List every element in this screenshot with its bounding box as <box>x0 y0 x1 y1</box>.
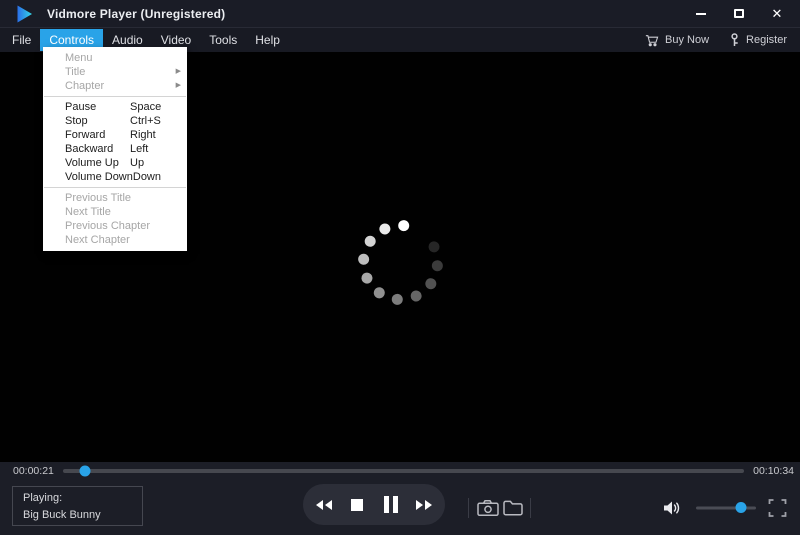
menu-item-previous-title: Previous Title <box>43 191 187 205</box>
menu-item-shortcut: Space <box>130 101 162 113</box>
elapsed-time: 00:00:21 <box>13 465 54 477</box>
menu-file[interactable]: File <box>3 29 40 51</box>
minimize-icon <box>696 12 706 15</box>
menu-item-label: Title <box>65 66 86 78</box>
now-playing-title: Big Buck Bunny <box>23 509 101 521</box>
now-playing-box: Playing: Big Buck Bunny <box>12 486 143 526</box>
cart-icon <box>645 34 659 46</box>
menu-item-pause[interactable]: Pause Space <box>43 100 187 114</box>
menu-item-label: Volume Down <box>65 171 133 183</box>
spinner-dot <box>357 252 370 265</box>
menu-item-title: Title ▶ <box>43 65 187 79</box>
app-logo-play-icon <box>13 3 35 25</box>
menu-item-label: Pause <box>65 101 97 113</box>
menu-item-stop[interactable]: Stop Ctrl+S <box>43 114 187 128</box>
spinner-dot <box>377 221 392 236</box>
volume-thumb[interactable] <box>735 502 747 513</box>
menu-item-next-title: Next Title <box>43 205 187 219</box>
maximize-icon <box>734 9 744 18</box>
buy-now-label: Buy Now <box>665 34 710 46</box>
menu-item-shortcut: Left <box>130 143 149 155</box>
menu-item-volume-down[interactable]: Volume Down Down <box>43 170 187 184</box>
volume-slider[interactable] <box>696 502 756 513</box>
spinner-dot <box>430 259 443 272</box>
fast-forward-icon <box>415 499 432 510</box>
title-bar: Vidmore Player (Unregistered) ✕ <box>0 0 800 28</box>
rewind-button[interactable] <box>311 492 337 518</box>
menu-item-label: Chapter <box>65 80 105 92</box>
spinner-dot <box>362 233 378 249</box>
camera-icon <box>477 499 499 516</box>
pause-icon <box>383 496 398 513</box>
fullscreen-button[interactable] <box>768 498 787 517</box>
spinner-dot <box>397 219 410 232</box>
spinner-dot <box>422 275 438 291</box>
folder-icon <box>503 500 523 515</box>
mute-button[interactable] <box>662 500 681 516</box>
key-icon <box>731 33 738 46</box>
register-label: Register <box>746 34 787 46</box>
menu-item-label: Previous Title <box>65 192 132 204</box>
menu-item-label: Previous Chapter <box>65 220 150 232</box>
seek-thumb[interactable] <box>79 465 91 477</box>
menu-item-label: Forward <box>65 129 106 141</box>
menu-item-label: Menu <box>65 52 93 64</box>
menu-item-shortcut: Ctrl+S <box>130 115 161 127</box>
fullscreen-icon <box>768 498 787 517</box>
menu-separator <box>44 187 186 188</box>
window-title: Vidmore Player (Unregistered) <box>47 6 226 21</box>
transport-controls <box>303 484 445 525</box>
pause-button[interactable] <box>378 492 404 518</box>
menu-separator <box>44 96 186 97</box>
menu-item-shortcut: Up <box>130 157 145 169</box>
menu-item-label: Volume Up <box>65 157 119 169</box>
menu-item-forward[interactable]: Forward Right <box>43 128 187 142</box>
spinner-dot <box>371 284 387 300</box>
menu-item-chapter: Chapter ▶ <box>43 79 187 93</box>
divider <box>468 497 469 518</box>
menu-item-label: Backward <box>65 143 114 155</box>
menu-item-menu: Menu <box>43 51 187 65</box>
menu-item-next-chapter: Next Chapter <box>43 233 187 247</box>
menu-help[interactable]: Help <box>246 29 289 51</box>
stop-icon <box>351 498 364 511</box>
snapshot-button[interactable] <box>477 499 499 516</box>
menu-item-backward[interactable]: Backward Left <box>43 142 187 156</box>
menu-item-shortcut: Down <box>132 171 161 183</box>
divider <box>530 497 531 518</box>
submenu-arrow-icon: ▶ <box>175 68 181 75</box>
now-playing-label: Playing: <box>23 492 63 504</box>
stop-button[interactable] <box>344 492 370 518</box>
menu-item-volume-up[interactable]: Volume Up Up <box>43 156 187 170</box>
spinner-dot <box>426 239 441 254</box>
menu-item-previous-chapter: Previous Chapter <box>43 219 187 233</box>
close-button[interactable]: ✕ <box>770 7 784 21</box>
speaker-icon <box>664 501 680 514</box>
menu-item-label: Stop <box>65 115 88 127</box>
seek-track[interactable] <box>62 465 745 477</box>
vidmore-player-window: Vidmore Player (Unregistered) ✕ File Con… <box>0 0 800 535</box>
menu-item-label: Next Title <box>65 206 111 218</box>
menu-item-shortcut: Right <box>130 129 156 141</box>
open-file-button[interactable] <box>503 500 523 516</box>
spinner-dot <box>390 292 403 305</box>
spinner-dot <box>408 288 423 303</box>
maximize-button[interactable] <box>732 7 746 21</box>
rewind-icon <box>316 499 333 510</box>
buy-now-button[interactable]: Buy Now <box>645 34 709 47</box>
menu-item-label: Next Chapter <box>65 234 130 246</box>
close-icon: ✕ <box>771 6 783 21</box>
register-button[interactable]: Register <box>729 33 787 47</box>
seek-bar-row: 00:00:21 00:10:34 <box>0 462 800 480</box>
submenu-arrow-icon: ▶ <box>175 82 181 89</box>
spinner-dot <box>359 270 374 285</box>
menu-tools[interactable]: Tools <box>200 29 246 51</box>
controls-dropdown: Menu Title ▶ Chapter ▶ Pause Space Stop Ctrl+S Fo… <box>43 47 187 251</box>
bottom-control-bar: Playing: Big Buck Bunny <box>0 480 800 535</box>
total-duration: 00:10:34 <box>753 465 794 477</box>
fast-forward-button[interactable] <box>411 492 437 518</box>
minimize-button[interactable] <box>694 7 708 21</box>
